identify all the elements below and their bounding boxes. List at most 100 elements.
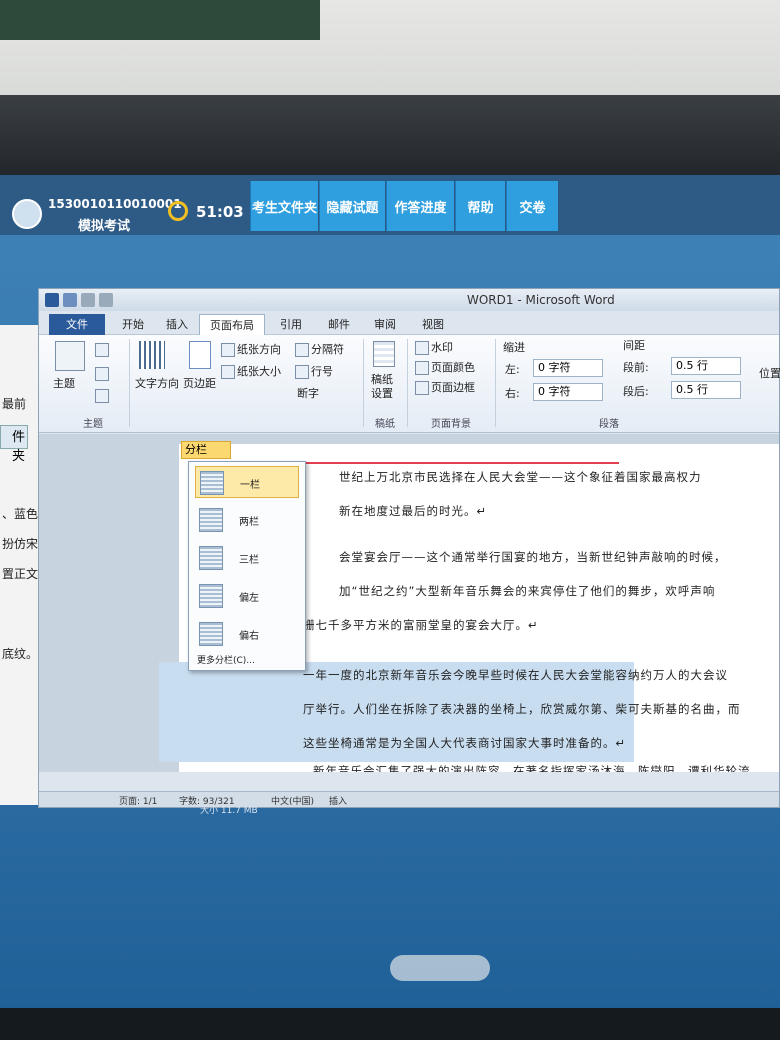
- ribbon-separator: [363, 339, 364, 427]
- right-column-icon: [199, 622, 223, 646]
- taskbar-item[interactable]: [390, 955, 490, 981]
- orientation-icon: [221, 343, 235, 357]
- manuscript-icon[interactable]: [373, 341, 395, 367]
- indent-left-label: 左:: [505, 363, 520, 376]
- margins-icon[interactable]: [189, 341, 211, 369]
- tab-page-layout[interactable]: 页面布局: [199, 314, 265, 335]
- exam-mode: 模拟考试: [78, 219, 131, 234]
- exam-timer: 51:03: [196, 203, 244, 221]
- columns-option-one[interactable]: 一栏: [195, 466, 299, 498]
- size-button[interactable]: 纸张大小: [237, 365, 281, 378]
- question-text: 最前: [2, 397, 27, 411]
- hide-question-button[interactable]: 隐藏试题: [319, 181, 385, 231]
- orientation-button[interactable]: 纸张方向: [237, 343, 281, 356]
- doc-line: 会堂宴会厅——这个通常举行国宴的地方，当新世纪钟声敲响的时候，: [339, 550, 727, 564]
- two-columns-icon: [199, 508, 223, 532]
- screen: 1530010110010001 模拟考试 51:03 考生文件夹 隐藏试题 作…: [0, 175, 780, 1040]
- hyphenation-button[interactable]: 断字: [297, 387, 319, 400]
- status-language[interactable]: 中文(中国): [271, 794, 314, 807]
- columns-option-two[interactable]: 两栏: [195, 504, 299, 536]
- status-bar: 页面: 1/1 字数: 93/321 中文(中国) 插入: [39, 791, 779, 807]
- columns-dropdown: 一栏 两栏 三栏 偏左 偏右 更多分栏(C)...: [188, 461, 306, 671]
- tab-insert[interactable]: 插入: [157, 314, 197, 335]
- columns-option-right[interactable]: 偏右: [195, 618, 299, 650]
- tab-references[interactable]: 引用: [271, 314, 311, 335]
- spacing-before-input[interactable]: 0.5 行: [671, 357, 741, 375]
- status-mode[interactable]: 插入: [329, 794, 347, 807]
- ribbon-separator: [407, 339, 408, 427]
- group-paragraph-label: 段落: [599, 419, 619, 430]
- breaks-button[interactable]: 分隔符: [311, 343, 344, 356]
- submit-button[interactable]: 交卷: [506, 181, 558, 231]
- candidate-folder-button[interactable]: 考生文件夹: [250, 181, 318, 231]
- word-app-icon: [45, 293, 59, 307]
- columns-label: 分栏: [185, 443, 207, 456]
- theme-icon[interactable]: [55, 341, 85, 371]
- indent-left-input[interactable]: 0 字符: [533, 359, 603, 377]
- columns-option-left[interactable]: 偏左: [195, 580, 299, 612]
- status-page[interactable]: 页面: 1/1: [119, 794, 157, 807]
- theme-button[interactable]: 主题: [53, 375, 75, 391]
- columns-button[interactable]: 分栏: [181, 441, 231, 459]
- title-bar: WORD1 - Microsoft Word: [39, 289, 779, 311]
- window-title: WORD1 - Microsoft Word: [467, 293, 615, 307]
- user-avatar-icon: [12, 199, 42, 229]
- doc-line: 栅七千多平方米的富丽堂皇的宴会大厅。↵: [303, 618, 539, 632]
- columns-option-three[interactable]: 三栏: [195, 542, 299, 574]
- user-id: 1530010110010001: [48, 197, 182, 211]
- one-column-icon: [200, 471, 224, 495]
- group-theme-label: 主题: [83, 419, 103, 430]
- timer-icon: [168, 201, 188, 221]
- tab-review[interactable]: 审阅: [365, 314, 405, 335]
- indent-label: 缩进: [503, 341, 525, 354]
- doc-line: 新年音乐会汇集了强大的演出阵容，在著名指挥家汤沐海、陈燮阳、谭利华轮流: [313, 764, 751, 772]
- file-size-info: 大小 11.7 MB: [200, 806, 258, 816]
- tab-view[interactable]: 视图: [413, 314, 453, 335]
- redo-icon[interactable]: [99, 293, 113, 307]
- group-manuscript-label: 稿纸: [375, 419, 395, 430]
- manuscript-button[interactable]: 稿纸设置: [371, 373, 401, 401]
- progress-button[interactable]: 作答进度: [386, 181, 454, 231]
- monitor-bottom-bezel: [0, 1008, 780, 1040]
- open-folder-button[interactable]: 件夹: [0, 425, 28, 464]
- size-icon: [221, 365, 235, 379]
- line-numbers-button[interactable]: 行号: [311, 365, 333, 378]
- watermark-button[interactable]: 水印: [431, 341, 453, 354]
- more-columns-option[interactable]: 更多分栏(C)...: [197, 653, 255, 666]
- help-button[interactable]: 帮助: [455, 181, 505, 231]
- margins-button[interactable]: 页边距: [183, 375, 216, 391]
- spacing-label: 间距: [623, 339, 645, 352]
- exam-bar: 1530010110010001 模拟考试 51:03 考生文件夹 隐藏试题 作…: [0, 175, 780, 235]
- doc-line: 加“世纪之约”大型新年音乐舞会的来宾停住了他们的舞步，欢呼声响: [339, 584, 716, 598]
- page-border-icon: [415, 381, 429, 395]
- indent-right-input[interactable]: 0 字符: [533, 383, 603, 401]
- line-numbers-icon: [295, 365, 309, 379]
- spacing-after-label: 段后:: [623, 385, 649, 398]
- theme-colors-icon[interactable]: [95, 343, 109, 357]
- question-text: 底纹。: [2, 647, 39, 661]
- undo-icon[interactable]: [81, 293, 95, 307]
- ribbon: 主题 主题 文字方向 页边距 纸张方向 纸张大小 分隔符 行号 断字 稿纸设置 …: [39, 335, 780, 433]
- theme-effects-icon[interactable]: [95, 389, 109, 403]
- document-area: 世纪上万北京市民选择在人民大会堂——这个象征着国家最高权力 新在地度过最后的时光…: [39, 434, 779, 772]
- left-column-icon: [199, 584, 223, 608]
- doc-line: 一年一度的北京新年音乐会今晚早些时候在人民大会堂能容纳约万人的大会议: [303, 668, 728, 682]
- tab-mailings[interactable]: 邮件: [319, 314, 359, 335]
- text-direction-icon[interactable]: [139, 341, 165, 369]
- tab-file[interactable]: 文件: [49, 314, 105, 335]
- text-direction-button[interactable]: 文字方向: [135, 375, 179, 391]
- indent-right-label: 右:: [505, 387, 520, 400]
- group-page-bg-label: 页面背景: [431, 419, 471, 430]
- save-icon[interactable]: [63, 293, 77, 307]
- watermark-icon: [415, 341, 429, 355]
- page-border-button[interactable]: 页面边框: [431, 381, 475, 394]
- spacing-after-input[interactable]: 0.5 行: [671, 381, 741, 399]
- theme-fonts-icon[interactable]: [95, 367, 109, 381]
- question-text: 扮仿宋: [2, 537, 39, 551]
- position-button[interactable]: 位置: [759, 365, 780, 381]
- doc-line: 世纪上万北京市民选择在人民大会堂——这个象征着国家最高权力: [339, 470, 702, 484]
- ribbon-tabs: 文件 开始 插入 页面布局 引用 邮件 审阅 视图: [39, 311, 779, 335]
- page-color-button[interactable]: 页面颜色: [431, 361, 475, 374]
- three-columns-icon: [199, 546, 223, 570]
- tab-home[interactable]: 开始: [113, 314, 153, 335]
